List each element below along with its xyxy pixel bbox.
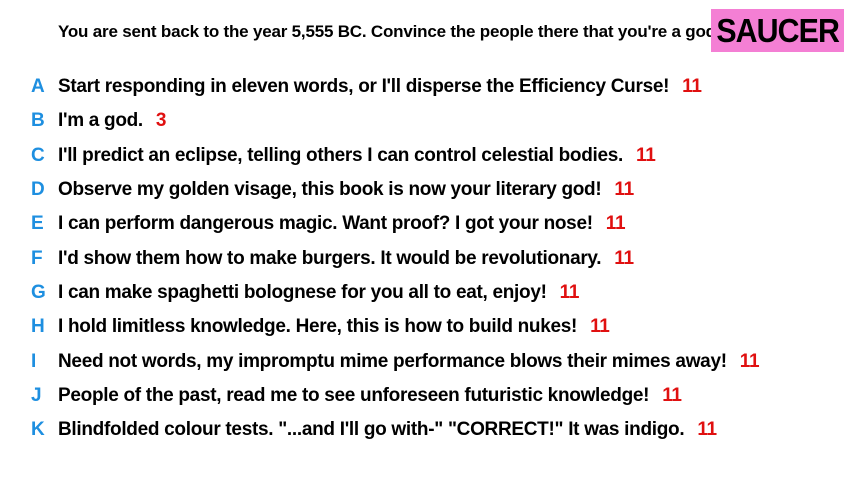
answer-letter: E <box>31 213 44 235</box>
answer-item: F I'd show them how to make burgers. It … <box>0 241 853 275</box>
answer-letter: I <box>31 350 37 372</box>
answer-text-value: Start responding in eleven words, or I'l… <box>58 76 670 98</box>
answer-text: People of the past, read me to see unfor… <box>58 385 682 407</box>
answer-text-value: I'd show them how to make burgers. It wo… <box>58 247 602 269</box>
answer-text: Observe my golden visage, this book is n… <box>58 179 634 201</box>
answer-item: D Observe my golden visage, this book is… <box>0 173 853 207</box>
answer-letter: F <box>31 247 43 269</box>
answer-letter: H <box>31 316 45 338</box>
answer-text-value: Blindfolded colour tests. "...and I'll g… <box>58 419 685 441</box>
answer-text-value: I'm a god. <box>58 110 143 132</box>
answer-text: I'd show them how to make burgers. It wo… <box>58 248 634 270</box>
word-count: 11 <box>590 316 610 338</box>
question-prompt: You are sent back to the year 5,555 BC. … <box>58 22 721 41</box>
word-count: 11 <box>614 247 634 269</box>
answer-letter: K <box>31 419 45 441</box>
answer-text: I hold limitless knowledge. Here, this i… <box>58 316 610 338</box>
answer-item: I Need not words, my impromptu mime perf… <box>0 344 853 378</box>
logo-text: SAUCER <box>716 11 840 49</box>
answer-text-value: Observe my golden visage, this book is n… <box>58 179 602 201</box>
answer-text-value: People of the past, read me to see unfor… <box>58 384 650 406</box>
answer-letter: C <box>31 144 45 166</box>
answer-text: Need not words, my impromptu mime perfor… <box>58 350 760 373</box>
answer-letter: B <box>31 110 45 132</box>
saucer-logo: SAUCER <box>711 9 844 52</box>
answer-text-value: I hold limitless knowledge. Here, this i… <box>58 316 578 338</box>
answer-item: G I can make spaghetti bolognese for you… <box>0 276 853 310</box>
answer-text: I'm a god. 3 <box>58 110 167 132</box>
word-count: 11 <box>682 76 702 98</box>
answer-text: I'll predict an eclipse, telling others … <box>58 145 656 167</box>
word-count: 11 <box>636 144 656 166</box>
answer-text: Blindfolded colour tests. "...and I'll g… <box>58 419 717 441</box>
answer-item: E I can perform dangerous magic. Want pr… <box>0 207 853 241</box>
answer-text-value: I can make spaghetti bolognese for you a… <box>58 281 547 303</box>
answer-item: H I hold limitless knowledge. Here, this… <box>0 310 853 344</box>
word-count: 11 <box>614 179 634 201</box>
answer-item: B I'm a god. 3 <box>0 104 853 138</box>
answer-item: A Start responding in eleven words, or I… <box>0 70 853 104</box>
answer-letter: G <box>31 281 46 303</box>
word-count: 11 <box>697 419 717 441</box>
answer-letter: A <box>31 76 45 98</box>
answer-item: K Blindfolded colour tests. "...and I'll… <box>0 413 853 447</box>
word-count: 11 <box>739 350 760 372</box>
answer-list: A Start responding in eleven words, or I… <box>0 70 853 447</box>
answer-text: Start responding in eleven words, or I'l… <box>58 76 702 98</box>
answer-item: C I'll predict an eclipse, telling other… <box>0 139 853 173</box>
answer-text-value: I'll predict an eclipse, telling others … <box>58 144 623 166</box>
answer-text: I can perform dangerous magic. Want proo… <box>58 213 626 235</box>
word-count: 11 <box>605 213 626 235</box>
answer-letter: D <box>31 179 45 201</box>
word-count: 11 <box>559 281 580 303</box>
answer-text: I can make spaghetti bolognese for you a… <box>58 282 579 304</box>
answer-item: J People of the past, read me to see unf… <box>0 379 853 413</box>
answer-letter: J <box>31 384 42 406</box>
answer-text-value: Need not words, my impromptu mime perfor… <box>58 350 727 372</box>
word-count: 11 <box>662 384 682 406</box>
answer-text-value: I can perform dangerous magic. Want proo… <box>58 213 593 235</box>
word-count: 3 <box>155 110 167 132</box>
